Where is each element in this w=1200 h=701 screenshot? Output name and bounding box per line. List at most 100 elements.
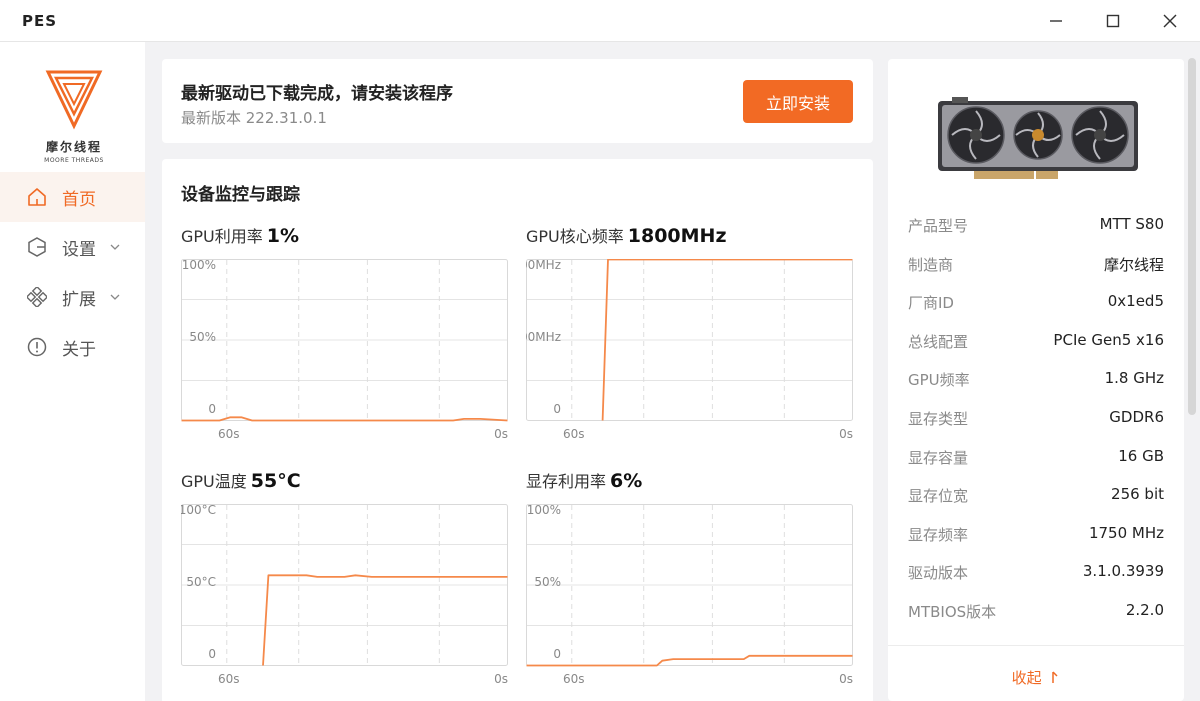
- spec-value: 3.1.0.3939: [1082, 562, 1164, 581]
- y-tick-label: 50%: [189, 330, 216, 344]
- settings-icon: [26, 236, 48, 258]
- spec-row: 显存位宽 256 bit: [908, 485, 1164, 509]
- minimize-icon: [1050, 20, 1062, 22]
- maximize-icon: [1106, 14, 1120, 28]
- sidebar-item-label: 扩展: [62, 289, 96, 310]
- metric-value: 55°C: [250, 470, 301, 492]
- spec-key: 显存频率: [908, 525, 969, 544]
- close-button[interactable]: [1157, 8, 1183, 34]
- x-tick-label: 60s: [218, 427, 240, 441]
- spec-row: 总线配置 PCIe Gen5 x16: [908, 331, 1164, 355]
- spec-row: GPU频率 1.8 GHz: [908, 369, 1164, 393]
- y-tick-label: 100%: [182, 259, 216, 272]
- y-tick-label: 0: [208, 647, 216, 661]
- metric-name: 显存利用率: [526, 472, 607, 491]
- x-tick-label: 60s: [563, 672, 585, 686]
- x-tick-label: 60s: [218, 672, 240, 686]
- metric-name: GPU温度: [181, 472, 247, 491]
- chevron-down-icon: [110, 244, 120, 250]
- logo: 摩尔线程 MOORE THREADS: [34, 68, 114, 178]
- banner-version: 最新版本 222.31.0.1: [181, 109, 327, 127]
- sidebar-item-about[interactable]: 关于: [0, 322, 145, 372]
- spec-value: 1.8 GHz: [1104, 369, 1164, 388]
- logo-en-text: MOORE THREADS: [44, 157, 104, 164]
- gpu-core-clock-label: GPU核心频率 1800MHz: [526, 223, 727, 247]
- spec-key: 显存容量: [908, 448, 969, 467]
- close-icon: [1163, 14, 1177, 28]
- vram-utilization-chart: 100% 50% 0 60s 0s: [526, 504, 856, 689]
- sidebar-item-extensions[interactable]: 扩展: [0, 272, 145, 322]
- chart-svg: 100% 50% 060s 0s: [181, 259, 508, 441]
- y-tick-label: 50%: [534, 575, 561, 589]
- spec-key: 驱动版本: [908, 564, 969, 583]
- spec-value: 256 bit: [1111, 485, 1164, 504]
- device-monitor-panel: 设备监控与跟踪 GPU利用率 1% GPU核心频率 1800MHz GPU温度 55°…: [162, 159, 873, 701]
- arrow-up-icon: [1052, 671, 1058, 683]
- x-tick-label: 60s: [563, 427, 585, 441]
- maximize-button[interactable]: [1100, 8, 1126, 34]
- sidebar-item-home[interactable]: 首页: [0, 172, 145, 222]
- sidebar-item-label: 关于: [62, 339, 96, 360]
- minimize-button[interactable]: [1043, 8, 1069, 34]
- scrollbar[interactable]: [1188, 58, 1196, 415]
- spec-value: 16 GB: [1118, 446, 1164, 465]
- spec-key: 显存类型: [908, 410, 969, 428]
- spec-key: 总线配置: [908, 332, 969, 351]
- y-tick-label: 100°C: [181, 504, 216, 517]
- moore-threads-logo-icon: [45, 70, 103, 130]
- chart-svg: 1800MHz 900MHz 060s 0s: [526, 259, 853, 441]
- spec-value: GDDR6: [1109, 408, 1164, 426]
- gpu-temperature-chart: 100°C 50°C 0 60s 0s: [181, 504, 511, 689]
- info-icon: [26, 336, 48, 358]
- y-tick-label: 900MHz: [526, 330, 561, 344]
- graphics-card-image: [938, 97, 1138, 179]
- spec-value: MTT S80: [1099, 215, 1164, 233]
- spec-row: 产品型号 MTT S80: [908, 215, 1164, 239]
- gpu-utilization-chart: 100% 50% 0 60s 0s: [181, 259, 511, 444]
- extensions-icon: [26, 286, 48, 308]
- spec-row: 驱动版本 3.1.0.3939: [908, 562, 1164, 586]
- spec-row: 显存容量 16 GB: [908, 447, 1164, 471]
- divider: [888, 645, 1184, 646]
- spec-row: 制造商 摩尔线程: [908, 254, 1164, 278]
- x-tick-label: 0s: [839, 672, 853, 686]
- spec-row: 显存类型 GDDR6: [908, 408, 1164, 432]
- collapse-button[interactable]: 收起: [888, 667, 1184, 688]
- title-bar: PES: [0, 0, 1200, 42]
- spec-key: MTBIOS版本: [908, 603, 997, 621]
- spec-value: PCIe Gen5 x16: [1053, 330, 1164, 349]
- spec-value: 1750 MHz: [1088, 523, 1164, 542]
- y-tick-label: 0: [208, 402, 216, 416]
- monitor-title: 设备监控与跟踪: [181, 185, 300, 205]
- sidebar-item-label: 设置: [62, 239, 96, 260]
- spec-row: MTBIOS版本 2.2.0: [908, 601, 1164, 625]
- driver-update-banner: 最新驱动已下载完成，请安装该程序 最新版本 222.31.0.1 立即安装: [162, 59, 873, 143]
- x-tick-label: 0s: [839, 427, 853, 441]
- chevron-down-icon: [110, 294, 120, 300]
- spec-key: 制造商: [908, 255, 954, 274]
- gpu-temperature-label: GPU温度 55°C: [181, 468, 301, 492]
- sidebar: 摩尔线程 MOORE THREADS 首页 设置 扩展 关于: [0, 42, 145, 701]
- sidebar-item-settings[interactable]: 设置: [0, 222, 145, 272]
- gpu-utilization-label: GPU利用率 1%: [181, 223, 299, 247]
- spec-value: 0x1ed5: [1107, 292, 1164, 311]
- spec-value: 摩尔线程: [1103, 255, 1164, 274]
- install-now-button[interactable]: 立即安装: [743, 80, 853, 123]
- y-tick-label: 0: [553, 647, 561, 661]
- banner-title: 最新驱动已下载完成，请安装该程序: [181, 84, 453, 104]
- metric-name: GPU利用率: [181, 227, 263, 246]
- sidebar-item-label: 首页: [62, 189, 96, 210]
- spec-key: 显存位宽: [908, 487, 969, 506]
- logo-cn-text: 摩尔线程: [45, 140, 102, 154]
- spec-value: 2.2.0: [1125, 601, 1164, 619]
- collapse-label: 收起: [1011, 669, 1042, 687]
- gpu-core-clock-chart: 1800MHz 900MHz 060s 0s: [526, 259, 856, 444]
- y-tick-label: 1800MHz: [526, 259, 561, 272]
- y-tick-label: 100%: [527, 504, 561, 517]
- metric-value: 1%: [266, 225, 300, 247]
- spec-row: 显存频率 1750 MHz: [908, 524, 1164, 548]
- spec-row: 厂商ID 0x1ed5: [908, 292, 1164, 316]
- x-tick-label: 0s: [494, 427, 508, 441]
- spec-key: 厂商ID: [908, 294, 954, 313]
- chart-svg: 100°C 50°C 060s 0s: [181, 504, 508, 686]
